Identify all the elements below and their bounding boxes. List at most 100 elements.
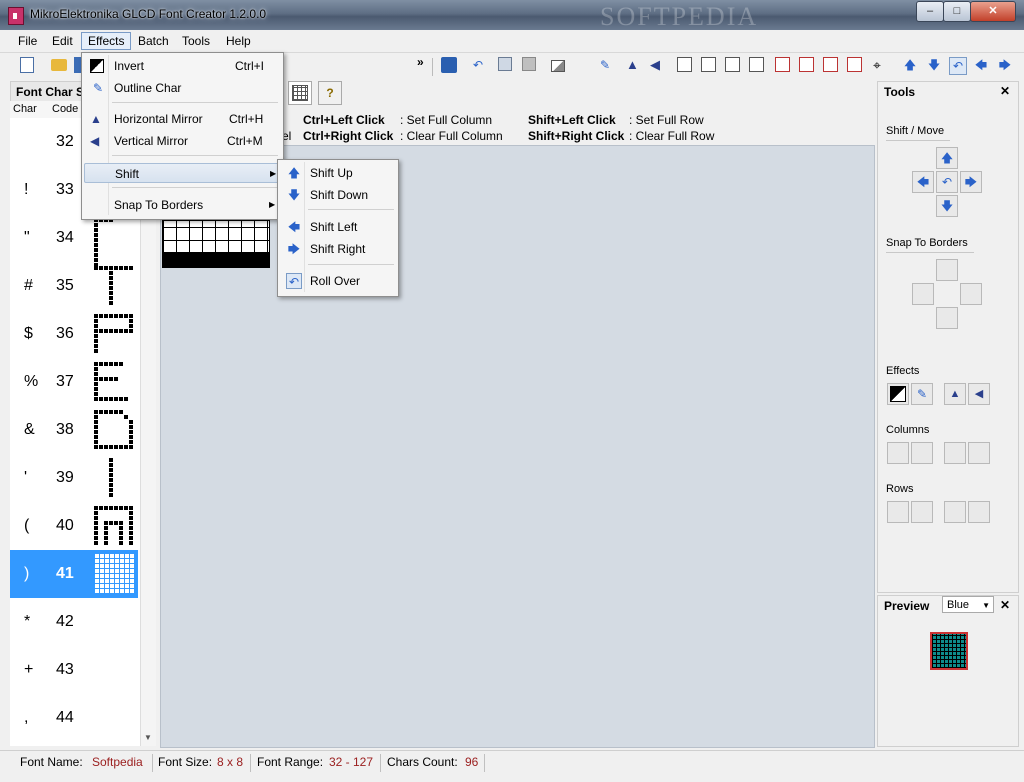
arrow-up-icon: 🡅 bbox=[940, 151, 954, 165]
minimize-button[interactable]: – bbox=[916, 1, 944, 22]
insert-row-bottom-icon[interactable] bbox=[749, 57, 765, 73]
eraser-icon[interactable] bbox=[551, 57, 567, 73]
preview-close-icon[interactable]: ✕ bbox=[1000, 598, 1010, 612]
menu-item-shift-down[interactable]: 🡇 Shift Down bbox=[280, 185, 394, 205]
column-char[interactable]: Char bbox=[13, 103, 37, 115]
tool-vertical-mirror-button[interactable]: ◀ bbox=[968, 383, 990, 405]
menu-item-shift-left[interactable]: 🡄 Shift Left bbox=[280, 217, 394, 237]
char-row-34[interactable]: " 34 bbox=[10, 214, 138, 267]
menu-item-invert[interactable]: Invert Ctrl+I bbox=[84, 56, 279, 76]
tool-shift-down-button[interactable]: 🡇 bbox=[936, 195, 958, 217]
column-insert-left-button[interactable] bbox=[887, 442, 909, 464]
menu-edit[interactable]: Edit bbox=[46, 33, 79, 49]
glyph-pixel bbox=[94, 506, 98, 510]
shift-up-icon[interactable]: 🡅 bbox=[902, 57, 918, 73]
tool-invert-button[interactable] bbox=[887, 383, 909, 405]
copy-icon[interactable] bbox=[498, 57, 514, 73]
char-row-40[interactable]: (40 bbox=[10, 502, 138, 550]
vertical-mirror-icon[interactable]: ◀ bbox=[650, 57, 666, 73]
roll-over-icon[interactable]: ↶ bbox=[949, 57, 967, 75]
undo-icon[interactable]: ↶ bbox=[470, 57, 486, 73]
char-pixel-grid[interactable] bbox=[162, 220, 270, 268]
char-row-36[interactable]: $36 bbox=[10, 310, 138, 358]
menu-item-horizontal-mirror[interactable]: ▲ Horizontal Mirror Ctrl+H bbox=[84, 109, 279, 129]
column-insert-right-button[interactable] bbox=[911, 442, 933, 464]
tool-shift-left-button[interactable]: 🡄 bbox=[912, 171, 934, 193]
column-code[interactable]: Code bbox=[52, 103, 78, 115]
delete-row-bottom-icon[interactable] bbox=[847, 57, 863, 73]
close-button[interactable]: ✕ bbox=[970, 1, 1016, 22]
column-delete-left-button[interactable] bbox=[944, 442, 966, 464]
new-file-icon[interactable] bbox=[20, 57, 36, 73]
menu-item-vertical-mirror[interactable]: ◀ Vertical Mirror Ctrl+M bbox=[84, 131, 279, 151]
snap-left-button[interactable] bbox=[912, 283, 934, 305]
delete-column-left-icon[interactable] bbox=[775, 57, 791, 73]
row-delete-bottom-button[interactable] bbox=[968, 501, 990, 523]
arrow-left-icon: 🡄 bbox=[916, 175, 930, 189]
help-button[interactable]: ? bbox=[318, 81, 342, 105]
delete-row-top-icon[interactable] bbox=[823, 57, 839, 73]
tool-horizontal-mirror-button[interactable]: ▲ bbox=[944, 383, 966, 405]
menu-item-outline-char[interactable]: ✎ Outline Char bbox=[84, 78, 279, 98]
row-insert-top-button[interactable] bbox=[887, 501, 909, 523]
open-folder-icon[interactable] bbox=[51, 57, 67, 73]
insert-row-top-icon[interactable] bbox=[725, 57, 741, 73]
paste-icon[interactable] bbox=[522, 57, 538, 73]
glyph-pixel bbox=[119, 521, 123, 525]
section-shift-move: Shift / Move bbox=[886, 125, 945, 137]
crop-icon[interactable]: ⌖ bbox=[873, 57, 889, 73]
char-row-35[interactable]: #35 bbox=[10, 262, 138, 310]
char-row-43[interactable]: +43 bbox=[10, 646, 138, 694]
menu-effects[interactable]: Effects bbox=[81, 32, 132, 50]
preview-color-select[interactable]: Blue ▼ bbox=[942, 596, 994, 613]
glyph-pixel bbox=[104, 362, 108, 366]
toolbar-overflow-icon[interactable]: » bbox=[417, 55, 424, 69]
char-row-44[interactable]: , 44 bbox=[10, 694, 138, 742]
scroll-down-icon[interactable]: ▼ bbox=[144, 733, 152, 742]
char-row-38[interactable]: & 38 bbox=[10, 406, 138, 454]
grid-toggle-button[interactable] bbox=[288, 81, 312, 105]
menu-item-roll-over[interactable]: ↶ Roll Over bbox=[280, 271, 394, 291]
tools-close-icon[interactable]: ✕ bbox=[1000, 84, 1010, 98]
save-all-icon[interactable] bbox=[441, 57, 457, 73]
shift-left-icon[interactable]: 🡄 bbox=[973, 57, 989, 73]
tool-shift-right-button[interactable]: 🡆 bbox=[960, 171, 982, 193]
tool-outline-button[interactable]: ✎ bbox=[911, 383, 933, 405]
menu-batch[interactable]: Batch bbox=[132, 33, 175, 49]
insert-column-right-icon[interactable] bbox=[701, 57, 717, 73]
row-delete-top-button[interactable] bbox=[944, 501, 966, 523]
shift-down-icon[interactable]: 🡇 bbox=[926, 57, 942, 73]
glyph-pixel bbox=[94, 420, 98, 424]
snap-right-button[interactable] bbox=[960, 283, 982, 305]
char-row-39[interactable]: ' 39 bbox=[10, 454, 138, 502]
char-row-42[interactable]: * 42 bbox=[10, 598, 138, 646]
tool-shift-up-button[interactable]: 🡅 bbox=[936, 147, 958, 169]
row-insert-bottom-button[interactable] bbox=[911, 501, 933, 523]
tool-roll-over-button[interactable]: ↶ bbox=[936, 171, 958, 193]
delete-column-right-icon[interactable] bbox=[799, 57, 815, 73]
glyph-pixel bbox=[124, 397, 128, 401]
shift-right-icon[interactable]: 🡆 bbox=[997, 57, 1013, 73]
outline-brush-icon[interactable]: ✎ bbox=[597, 57, 613, 73]
horizontal-mirror-icon[interactable]: ▲ bbox=[626, 57, 642, 73]
menu-separator bbox=[308, 264, 394, 265]
menu-item-shift-right[interactable]: 🡆 Shift Right bbox=[280, 239, 394, 259]
maximize-button[interactable]: □ bbox=[943, 1, 971, 22]
insert-column-left-icon[interactable] bbox=[677, 57, 693, 73]
snap-top-button[interactable] bbox=[936, 259, 958, 281]
snap-bottom-button[interactable] bbox=[936, 307, 958, 329]
char-glyph-text: , bbox=[24, 709, 29, 726]
menu-file[interactable]: File bbox=[12, 33, 43, 49]
menu-help[interactable]: Help bbox=[220, 33, 257, 49]
app-icon[interactable] bbox=[8, 7, 24, 25]
glyph-pixel bbox=[109, 314, 113, 318]
char-glyph-text: % bbox=[24, 373, 39, 390]
menu-item-snap-to-borders[interactable]: Snap To Borders ▶ bbox=[84, 195, 279, 215]
char-row-41[interactable]: ) 41 bbox=[10, 550, 138, 598]
menu-tools[interactable]: Tools bbox=[176, 33, 216, 49]
filled-pixel-row[interactable] bbox=[163, 252, 269, 267]
column-delete-right-button[interactable] bbox=[968, 442, 990, 464]
char-row-37[interactable]: % 37 bbox=[10, 358, 138, 406]
menu-item-shift-up[interactable]: 🡅 Shift Up bbox=[280, 163, 394, 183]
menu-item-shift[interactable]: Shift ▶ bbox=[84, 163, 279, 183]
